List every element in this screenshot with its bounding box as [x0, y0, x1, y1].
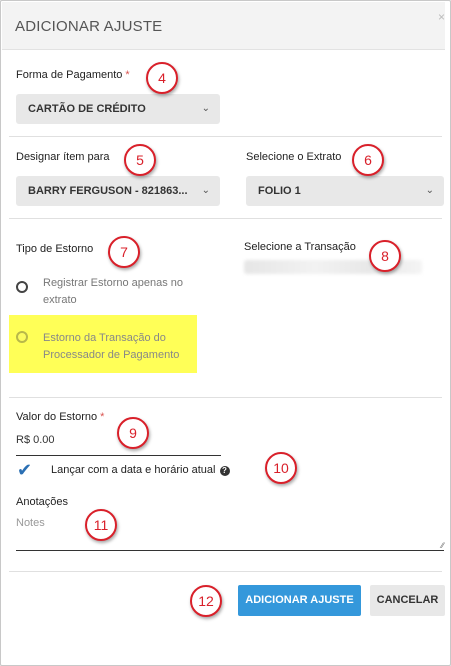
chevron-down-icon: ⌄: [201, 185, 210, 196]
radio-label-line: Registrar Estorno apenas no: [43, 277, 184, 289]
statement-label: Selecione o Extrato: [246, 151, 342, 163]
cancel-button[interactable]: CANCELAR: [370, 585, 445, 616]
transaction-label: Selecione a Transação: [244, 241, 356, 253]
add-adjustment-button[interactable]: ADICIONAR AJUSTE: [238, 585, 361, 616]
callout-badge: 5: [124, 144, 156, 176]
designate-label: Designar ítem para: [16, 151, 110, 163]
notes-textarea[interactable]: Notes ∕∕: [16, 512, 444, 551]
input-underline: [16, 455, 221, 456]
dialog-title: ADICIONAR AJUSTE: [15, 18, 163, 35]
post-current-datetime-label: Lançar com a data e horário atual?: [51, 464, 230, 476]
checkmark-icon[interactable]: ✔: [17, 460, 32, 481]
refund-value-label: Valor do Estorno *: [16, 411, 104, 423]
help-icon[interactable]: ?: [219, 466, 230, 476]
radio-processor-refund-label: Estorno da Transação do Processador de P…: [43, 330, 179, 364]
divider: [9, 136, 442, 137]
notes-label: Anotações: [16, 496, 68, 508]
callout-badge: 10: [265, 452, 297, 484]
chevron-down-icon: ⌄: [425, 185, 434, 196]
payment-method-label-text: Forma de Pagamento: [16, 69, 123, 81]
refund-type-label: Tipo de Estorno: [16, 243, 94, 255]
radio-label-line: Estorno da Transação do: [43, 332, 166, 344]
resize-grip-icon[interactable]: ∕∕: [441, 541, 444, 550]
radio-label-line: extrato: [43, 294, 77, 306]
callout-badge: 6: [352, 144, 384, 176]
radio-label-line: Processador de Pagamento: [43, 349, 180, 361]
statement-select[interactable]: FOLIO 1 ⌄: [246, 176, 444, 206]
chevron-down-icon: ⌄: [201, 103, 210, 114]
payment-method-value: CARTÃO DE CRÉDITO: [28, 103, 146, 115]
radio-statement-only[interactable]: [16, 281, 28, 293]
callout-badge: 9: [117, 417, 149, 449]
designate-select[interactable]: BARRY FERGUSON - 821863... ⌄: [16, 176, 220, 206]
payment-method-select[interactable]: CARTÃO DE CRÉDITO ⌄: [16, 94, 220, 124]
refund-value-label-text: Valor do Estorno: [16, 411, 98, 423]
refund-amount-input[interactable]: R$ 0.00: [16, 434, 55, 446]
notes-placeholder: Notes: [16, 517, 45, 529]
radio-statement-only-label: Registrar Estorno apenas no extrato: [43, 275, 183, 309]
callout-badge: 8: [369, 240, 401, 272]
payment-method-label: Forma de Pagamento *: [16, 69, 130, 81]
divider: [9, 397, 442, 398]
callout-badge: 12: [190, 585, 222, 617]
divider: [9, 571, 442, 572]
adjustment-dialog: ADICIONAR AJUSTE × Forma de Pagamento * C…: [0, 0, 451, 666]
callout-badge: 4: [146, 62, 178, 94]
statement-value: FOLIO 1: [258, 185, 301, 197]
divider: [9, 218, 442, 219]
dialog-header: ADICIONAR AJUSTE ×: [2, 2, 445, 50]
designate-value: BARRY FERGUSON - 821863...: [28, 185, 188, 197]
callout-badge: 11: [85, 509, 117, 541]
required-marker: *: [125, 69, 130, 81]
callout-badge: 7: [108, 236, 140, 268]
post-current-text: Lançar com a data e horário atual: [51, 464, 216, 476]
required-marker: *: [100, 411, 105, 423]
close-icon[interactable]: ×: [438, 10, 445, 24]
radio-processor-refund[interactable]: [16, 331, 28, 343]
